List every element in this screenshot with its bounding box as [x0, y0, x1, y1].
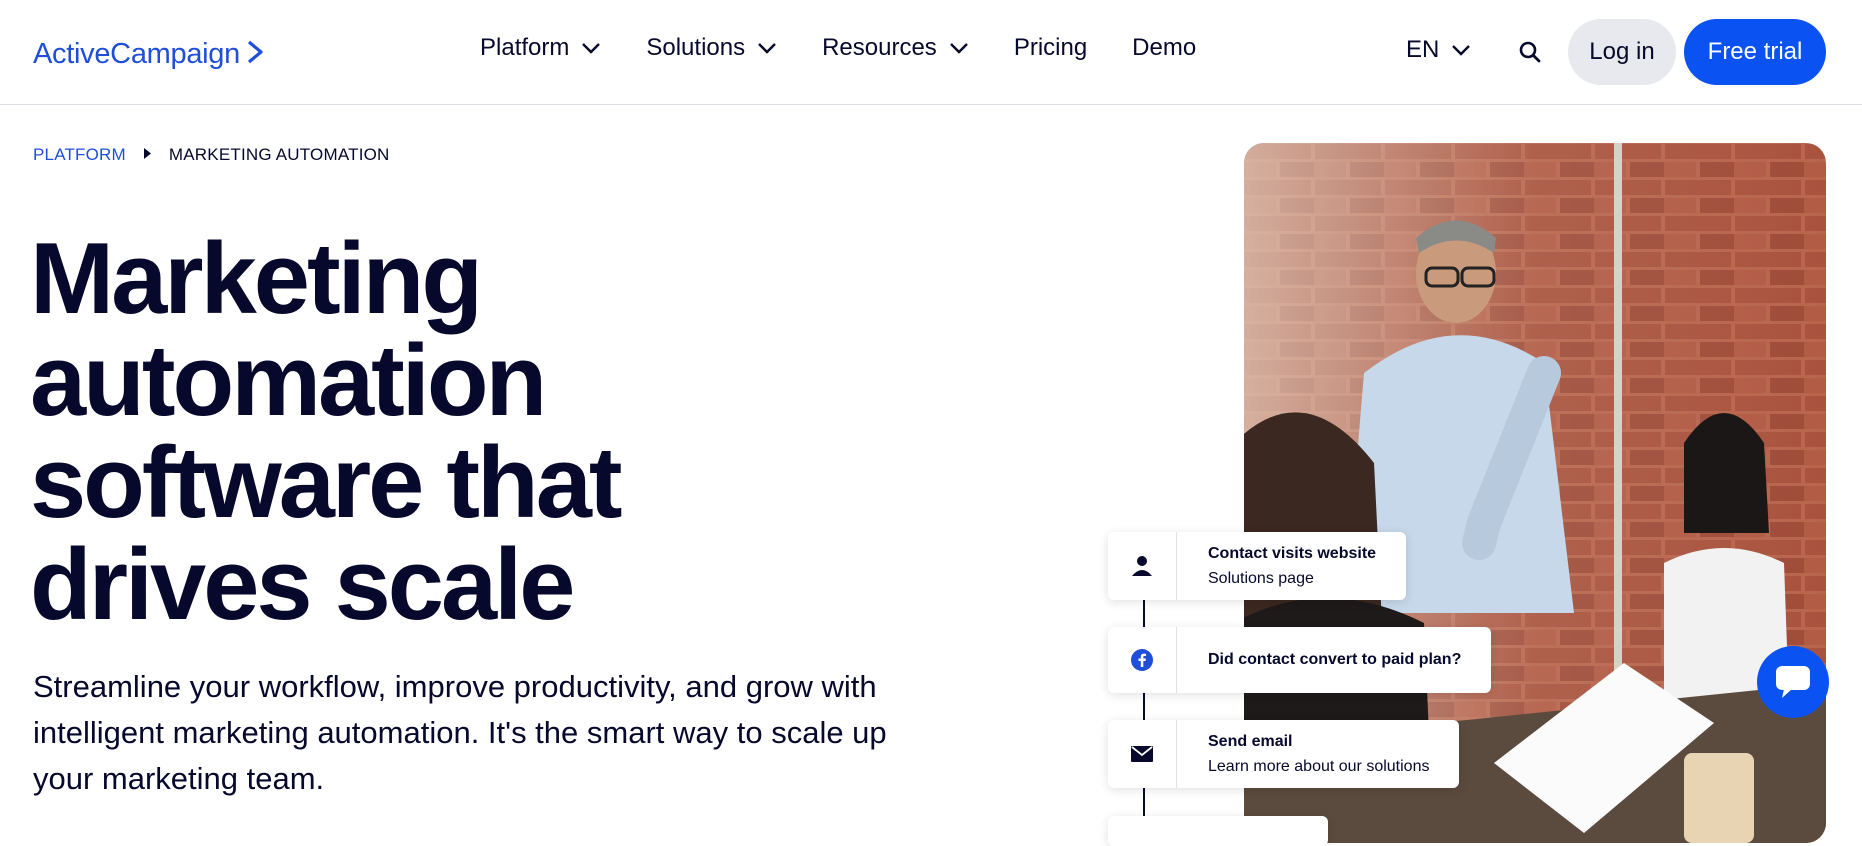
- workflow-card-visit: Contact visits website Solutions page: [1108, 532, 1407, 600]
- chat-bubble-icon: [1776, 666, 1810, 698]
- breadcrumb-current: MARKETING AUTOMATION: [168, 145, 390, 164]
- workflow-card-title: Send email: [1208, 732, 1293, 750]
- nav-resources-label: Resources: [822, 34, 937, 61]
- workflow-card-title: Contact visits website: [1208, 544, 1377, 562]
- page-title: Marketing automation software that drive…: [30, 223, 623, 641]
- logo-text: ActiveCampaign: [33, 37, 240, 70]
- nav-demo[interactable]: Demo: [1132, 34, 1196, 62]
- breadcrumb-platform-link[interactable]: PLATFORM: [33, 145, 126, 165]
- free-trial-button[interactable]: Free trial: [1684, 19, 1826, 85]
- nav-platform-label: Platform: [480, 34, 570, 61]
- nav-solutions-label: Solutions: [646, 34, 746, 61]
- workflow-card-partial: [1108, 816, 1328, 846]
- activecampaign-logo[interactable]: ActiveCampaign: [33, 36, 264, 72]
- language-selector[interactable]: EN: [1406, 36, 1471, 64]
- caret-right-icon: [143, 148, 151, 162]
- nav-solutions[interactable]: Solutions: [646, 34, 777, 62]
- chevron-down-icon: [1452, 45, 1471, 56]
- person-icon: [1108, 532, 1177, 600]
- hero-subtitle: Streamline your workflow, improve produc…: [33, 669, 887, 796]
- chevron-down-icon: [949, 43, 968, 54]
- site-header: ActiveCampaign Platform Solutions Resour…: [0, 0, 1862, 105]
- workflow-card-condition: Did contact convert to paid plan?: [1108, 627, 1492, 693]
- workflow-card-detail: Solutions page: [1208, 569, 1314, 587]
- workflow-card-title: Did contact convert to paid plan?: [1208, 651, 1462, 668]
- breadcrumb: PLATFORM MARKETING AUTOMATION: [33, 145, 390, 165]
- search-icon: [1519, 41, 1541, 63]
- nav-resources[interactable]: Resources: [822, 34, 969, 62]
- logo-chevron: [246, 36, 264, 72]
- main-nav: Platform Solutions Resources Pricing Dem…: [480, 34, 1241, 62]
- facebook-icon: [1108, 627, 1177, 693]
- search-button[interactable]: [1518, 40, 1542, 69]
- workflow-card-email: Send email Learn more about our solution…: [1108, 720, 1460, 788]
- nav-pricing-label: Pricing: [1013, 34, 1088, 61]
- nav-pricing[interactable]: Pricing: [1014, 34, 1087, 62]
- workflow-card-detail: Learn more about our solutions: [1208, 757, 1430, 775]
- chevron-down-icon: [582, 43, 601, 54]
- language-label: EN: [1406, 36, 1440, 63]
- login-button[interactable]: Log in: [1568, 19, 1676, 85]
- chevron-down-icon: [758, 43, 776, 54]
- mail-icon: [1108, 720, 1177, 788]
- chat-button[interactable]: [1757, 646, 1829, 718]
- nav-platform[interactable]: Platform: [480, 34, 601, 62]
- nav-demo-label: Demo: [1132, 34, 1197, 61]
